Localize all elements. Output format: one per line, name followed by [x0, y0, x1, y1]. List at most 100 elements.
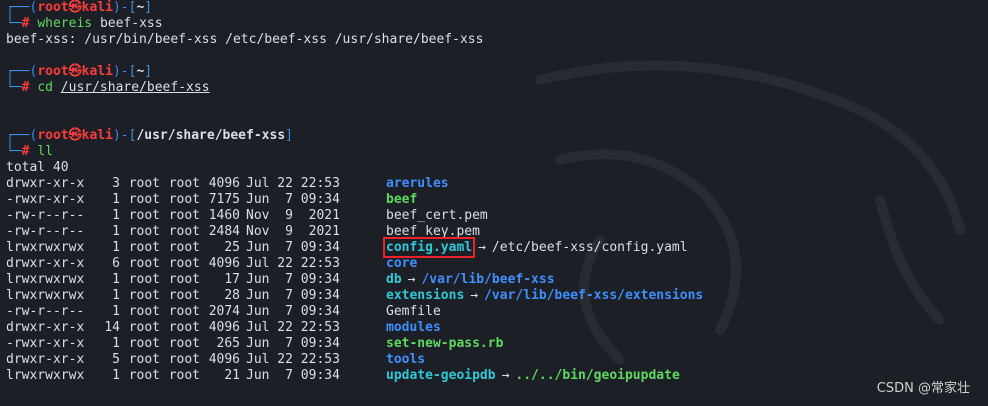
file-date: Jun 7 09:34: [246, 336, 340, 351]
file-size: 4096: [208, 320, 240, 335]
file-name: tools: [386, 352, 426, 367]
file-date: Jun 7 09:34: [246, 288, 340, 303]
file-owner: root: [128, 224, 160, 239]
file-link-count: 6: [112, 256, 120, 271]
file-name: beef_cert.pem: [386, 208, 488, 223]
file-permissions: -rw-r--r--: [6, 304, 85, 319]
prompt-line-top: ┌──(root㉿kali)-[/usr/share/beef-xss]: [6, 128, 293, 143]
file-date: Jul 22 22:53: [246, 352, 340, 367]
listing-row: lrwxrwxrwx 1 root root 17 Jun 7 09:34 db → /var/…: [6, 272, 986, 288]
file-link-count: 5: [112, 352, 120, 367]
file-date: Jul 22 22:53: [246, 320, 340, 335]
file-link-count: 1: [112, 240, 120, 255]
terminal-output: ┌──(root㉿kali)-[~] └─# whereis beef-xss …: [6, 0, 986, 384]
file-date: Jun 7 09:34: [246, 240, 340, 255]
file-permissions: -rw-r--r--: [6, 224, 85, 239]
file-listing: drwxr-xr-x 3 root root 4096 Jul 22 22:53 areru…: [6, 176, 986, 384]
file-group: root: [168, 368, 200, 383]
listing-row: lrwxrwxrwx 1 root root 28 Jun 7 09:34 extensio…: [6, 288, 986, 304]
file-group: root: [168, 336, 200, 351]
file-owner: root: [128, 272, 160, 287]
link-target: ../../bin/geoipupdate: [515, 368, 680, 383]
file-name: db: [386, 272, 402, 287]
file-date: Jun 7 09:34: [246, 192, 340, 207]
file-size: 265: [216, 336, 240, 351]
prompt-line-top: ┌──(root㉿kali)-[~]: [6, 64, 153, 79]
file-owner: root: [128, 336, 160, 351]
file-group: root: [168, 288, 200, 303]
file-group: root: [168, 272, 200, 287]
file-link-count: 1: [112, 224, 120, 239]
listing-row: drwxr-xr-x 5 root root 4096 Jul 22 22:53 tools: [6, 352, 986, 368]
file-group: root: [168, 304, 200, 319]
file-size: 2074: [208, 304, 240, 319]
skull-icon: ㉿: [68, 64, 82, 79]
file-owner: root: [128, 352, 160, 367]
file-name: set-new-pass.rb: [386, 336, 504, 351]
link-arrow-icon: →: [407, 272, 416, 287]
file-name: Gemfile: [386, 304, 441, 319]
file-permissions: -rwxr-xr-x: [6, 192, 85, 207]
file-link-count: 1: [112, 368, 120, 383]
file-owner: root: [128, 288, 160, 303]
file-date: Jul 22 22:53: [246, 176, 340, 191]
file-name: core: [386, 256, 418, 271]
file-date: Jun 7 09:34: [246, 304, 340, 319]
file-size: 2484: [208, 224, 240, 239]
skull-icon: ㉿: [68, 0, 82, 15]
file-link-count: 1: [112, 288, 120, 303]
link-arrow-icon: →: [470, 288, 479, 303]
file-size: 25: [224, 240, 240, 255]
file-link-count: 1: [112, 304, 120, 319]
file-link-count: 1: [112, 192, 120, 207]
csdn-watermark: CSDN @常家壮: [876, 381, 970, 396]
listing-row: -rw-r--r-- 1 root root 2074 Jun 7 09:34 Gemfil…: [6, 304, 986, 320]
file-size: 7175: [208, 192, 240, 207]
command-name: ll: [37, 144, 53, 159]
prompt-line-command: └─# ll: [6, 144, 53, 159]
file-name: arerules: [386, 176, 449, 191]
file-group: root: [168, 256, 200, 271]
file-owner: root: [128, 240, 160, 255]
command-name: cd: [37, 80, 53, 95]
file-group: root: [168, 240, 200, 255]
file-size: 21: [224, 368, 240, 383]
file-permissions: lrwxrwxrwx: [6, 272, 85, 287]
file-date: Jul 22 22:53: [246, 256, 340, 271]
file-owner: root: [128, 192, 160, 207]
file-size: 17: [224, 272, 240, 287]
file-owner: root: [128, 176, 160, 191]
command-args: beef-xss: [99, 16, 163, 31]
file-permissions: drwxr-xr-x: [6, 320, 85, 335]
file-link-count: 1: [112, 272, 120, 287]
listing-row: lrwxrwxrwx 1 root root 25 Jun 7 09:34 config.y…: [6, 237, 986, 258]
file-owner: root: [128, 256, 160, 271]
link-arrow-icon: →: [501, 368, 510, 383]
listing-row: lrwxrwxrwx 1 root root 21 Jun 7 09:34 update-g…: [6, 368, 986, 384]
link-arrow-icon: →: [478, 240, 486, 255]
prompt-line-command: └─# whereis beef-xss: [6, 16, 163, 31]
listing-row: -rwxr-xr-x 1 root root 7175 Jun 7 09:34 beef: [6, 192, 986, 208]
file-name: extensions: [386, 288, 465, 303]
file-name-highlighted: config.yaml: [382, 237, 476, 258]
file-permissions: lrwxrwxrwx: [6, 368, 85, 383]
listing-row: -rw-r--r-- 1 root root 2484 Nov 9 2021 beef_ke…: [6, 224, 986, 240]
file-owner: root: [128, 304, 160, 319]
file-permissions: -rw-r--r--: [6, 208, 85, 223]
prompt-user: root: [37, 64, 69, 79]
file-date: Jun 7 09:34: [246, 272, 340, 287]
prompt-user: root: [37, 128, 69, 143]
file-name: beef: [386, 192, 418, 207]
prompt-cwd: /usr/share/beef-xss: [136, 128, 286, 143]
whereis-output: beef-xss: /usr/bin/beef-xss /etc/beef-xs…: [6, 32, 484, 47]
file-permissions: -rwxr-xr-x: [6, 336, 85, 351]
file-link-count: 3: [112, 176, 120, 191]
file-group: root: [168, 208, 200, 223]
link-target: /var/lib/beef-xss/extensions: [484, 288, 704, 303]
file-size: 1460: [208, 208, 240, 223]
file-group: root: [168, 192, 200, 207]
listing-row: drwxr-xr-x 6 root root 4096 Jul 22 22:53 core: [6, 256, 986, 272]
file-date: Nov 9 2021: [246, 224, 340, 239]
command-args: /usr/share/beef-xss: [60, 80, 210, 95]
prompt-host: kali: [81, 128, 113, 143]
